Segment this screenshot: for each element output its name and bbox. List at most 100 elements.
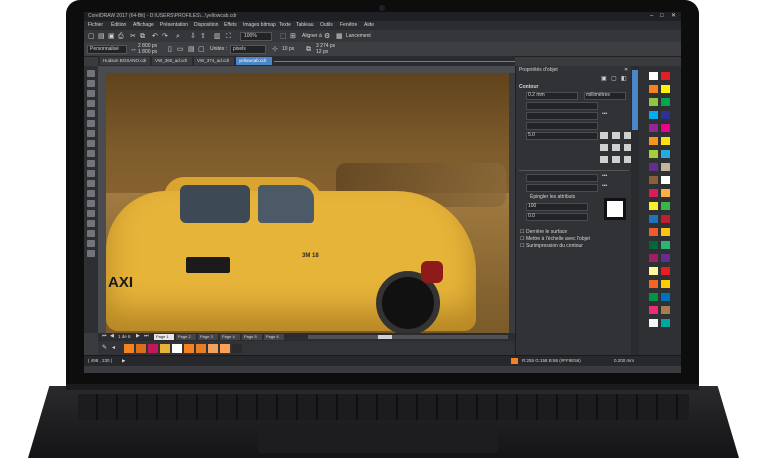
palette-swatch[interactable]	[661, 150, 670, 158]
menu-affichage[interactable]: Affichage	[133, 23, 154, 28]
palette-swatch[interactable]	[661, 85, 670, 93]
menu-images-bitmap[interactable]: Images bitmap	[243, 23, 276, 28]
outline-color-field[interactable]	[526, 102, 598, 110]
all-pages-icon[interactable]: ▤	[188, 46, 195, 53]
corner-select[interactable]	[526, 122, 598, 130]
current-page-icon[interactable]: ▢	[198, 46, 205, 53]
copy-icon[interactable]: ⧉	[140, 33, 145, 40]
palette-swatch[interactable]	[649, 319, 658, 327]
palette-swatch[interactable]	[661, 254, 670, 262]
scale-with-object-checkbox[interactable]: ☐	[520, 237, 524, 242]
cap-butt-icon[interactable]	[600, 144, 608, 151]
document-palette-swatch[interactable]	[232, 344, 242, 353]
position-outside-icon[interactable]	[600, 156, 608, 163]
menu-fenetre[interactable]: Fenêtre	[340, 23, 357, 28]
palette-swatch[interactable]	[661, 202, 670, 210]
palette-swatch[interactable]	[649, 228, 658, 236]
landscape-icon[interactable]: ▭	[177, 46, 184, 53]
palette-swatch[interactable]	[649, 124, 658, 132]
palette-swatch[interactable]	[649, 267, 658, 275]
properties-vtab[interactable]	[632, 70, 638, 130]
palette-swatch[interactable]	[649, 215, 658, 223]
start-arrow-select[interactable]	[526, 174, 598, 182]
behind-fill-checkbox[interactable]: ☐	[520, 230, 524, 235]
palette-swatch[interactable]	[661, 189, 670, 197]
more-options-icon[interactable]: •••	[602, 112, 607, 117]
transparency-tool-icon[interactable]	[87, 210, 95, 217]
dimension-tool-icon[interactable]	[87, 180, 95, 187]
document-palette-swatch[interactable]	[172, 344, 182, 353]
snap-to-dropdown[interactable]: Aligner à	[302, 34, 322, 39]
full-page-icon[interactable]: ⬚	[280, 33, 287, 40]
last-page-icon[interactable]: ⏭	[144, 334, 149, 339]
crop-tool-icon[interactable]	[87, 90, 95, 97]
page-tab-3[interactable]: Page 3	[198, 334, 218, 340]
search-icon[interactable]: ⌕	[176, 33, 180, 40]
plus-icon[interactable]	[87, 250, 95, 257]
palette-swatch[interactable]	[649, 189, 658, 197]
palette-swatch[interactable]	[661, 241, 670, 249]
palette-swatch[interactable]	[649, 306, 658, 314]
outline-tab-icon[interactable]: ▢	[611, 76, 617, 82]
document-palette-swatch[interactable]	[136, 344, 146, 353]
palette-swatch[interactable]	[649, 176, 658, 184]
print-icon[interactable]: ⎙	[118, 33, 124, 40]
corner-round-icon[interactable]	[612, 132, 620, 139]
document-palette-swatch[interactable]	[160, 344, 170, 353]
palette-swatch[interactable]	[649, 85, 658, 93]
shape-tool-icon[interactable]	[87, 80, 95, 87]
palette-swatch[interactable]	[661, 306, 670, 314]
palette-swatch[interactable]	[649, 163, 658, 171]
docker-close-icon[interactable]: ✕	[624, 68, 628, 73]
end-arrow-options-icon[interactable]: •••	[602, 184, 607, 189]
menu-disposition[interactable]: Disposition	[194, 23, 218, 28]
smart-fill-icon[interactable]	[87, 240, 95, 247]
maximize-icon[interactable]: □	[660, 13, 664, 19]
transparency-tab-icon[interactable]: ◧	[621, 76, 627, 82]
first-page-icon[interactable]: ⏮	[102, 334, 107, 339]
export-icon[interactable]: ⇧	[200, 33, 206, 40]
launch-icon[interactable]: ▦	[336, 33, 343, 40]
document-canvas[interactable]: AXI 3M 18	[106, 73, 509, 335]
fill-color-swatch[interactable]	[511, 358, 518, 364]
prev-page-icon[interactable]: ◀	[110, 334, 114, 339]
corner-miter-icon[interactable]	[600, 132, 608, 139]
palette-swatch[interactable]	[649, 137, 658, 145]
menu-outils[interactable]: Outils	[320, 23, 333, 28]
end-arrow-select[interactable]	[526, 184, 598, 192]
document-palette-swatch[interactable]	[124, 344, 134, 353]
document-palette-swatch[interactable]	[196, 344, 206, 353]
fill-tab-icon[interactable]: ▣	[601, 76, 607, 82]
menu-presentation[interactable]: Présentation	[160, 23, 188, 28]
palette-swatch[interactable]	[661, 293, 670, 301]
zoom-tool-icon[interactable]	[87, 100, 95, 107]
page-tab-6[interactable]: Page 6	[264, 334, 284, 340]
eyedropper-tool-icon[interactable]	[87, 220, 95, 227]
page-tab-4[interactable]: Page 4	[220, 334, 240, 340]
doc-tab-1[interactable]: Hudson BOSANO.cdr	[100, 57, 150, 65]
palette-swatch[interactable]	[649, 293, 658, 301]
palette-swatch[interactable]	[661, 98, 670, 106]
document-palette-swatch[interactable]	[208, 344, 218, 353]
pick-tool-icon[interactable]	[87, 70, 95, 77]
page-tab-5[interactable]: Page 5	[242, 334, 262, 340]
palette-swatch[interactable]	[661, 137, 670, 145]
palette-swatch[interactable]	[661, 280, 670, 288]
palette-swatch[interactable]	[661, 319, 670, 327]
outline-style-select[interactable]	[526, 112, 598, 120]
document-palette-swatch[interactable]	[220, 344, 230, 353]
palette-swatch[interactable]	[661, 163, 670, 171]
palette-swatch[interactable]	[649, 202, 658, 210]
nudge-field[interactable]: 10 px	[282, 47, 294, 52]
palette-menu-icon[interactable]: ◂	[112, 345, 115, 351]
scrollbar-thumb[interactable]	[378, 335, 392, 339]
doc-tab-4[interactable]: yellowcab.cdr	[236, 57, 272, 65]
page-height-field[interactable]: 1 800 px	[138, 50, 157, 55]
palette-swatch[interactable]	[661, 176, 670, 184]
save-icon[interactable]: ▣	[108, 33, 115, 40]
open-icon[interactable]: ▤	[98, 33, 105, 40]
palette-swatch[interactable]	[649, 254, 658, 262]
overprint-checkbox[interactable]: ☐	[520, 244, 524, 249]
miter-limit-field[interactable]	[526, 132, 598, 140]
palette-swatch[interactable]	[661, 267, 670, 275]
